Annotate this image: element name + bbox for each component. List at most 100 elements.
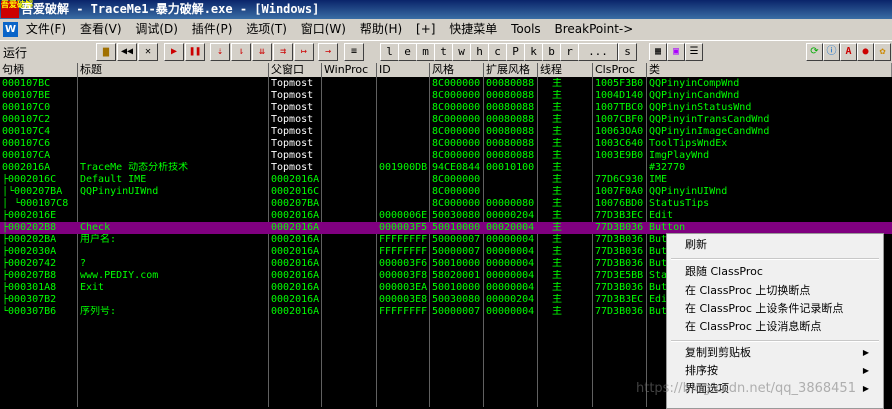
col-id[interactable]: ID (377, 63, 430, 77)
a-icon[interactable]: A (840, 43, 857, 61)
patches-button[interactable]: P (506, 43, 525, 61)
log-window-button[interactable]: l (380, 43, 399, 61)
cell-text: 94CE0844 (432, 162, 481, 173)
step-into-icon[interactable]: ⇣ (210, 43, 230, 61)
memory-button[interactable]: m (416, 43, 435, 61)
cell-th: 主 (552, 138, 587, 150)
cell-t: TraceMe 动态分析技术 (80, 162, 266, 174)
table-row[interactable]: 000107C2 Topmost 8C000000 00080088 主 1007CBF0… (0, 114, 892, 126)
animate-icon[interactable]: ≡ (344, 43, 364, 61)
table-row[interactable]: │└000207BA QQPinyinUIWnd 0002016C 8C000000 主… (0, 186, 892, 198)
col-parent[interactable]: 父窗口 (269, 63, 322, 77)
cell-th: 主 (552, 102, 587, 114)
menu-view[interactable]: 查看(V) (80, 19, 122, 40)
call-stack-button[interactable]: k (524, 43, 543, 61)
list-icon[interactable]: ☰ (685, 43, 703, 61)
col-exstyle[interactable]: 扩展风格 (484, 63, 538, 77)
cell-p: 0002016A (271, 210, 321, 222)
menu-tools[interactable]: Tools (511, 19, 541, 40)
cell-th: 主 (552, 198, 587, 210)
handles-button[interactable]: h (470, 43, 489, 61)
close-icon[interactable]: ✕ (138, 43, 158, 61)
table-row[interactable]: 000107C0 Topmost 8C000000 00080088 主 1007TBC0… (0, 102, 892, 114)
col-class[interactable]: 类 (647, 63, 892, 77)
menu-debug[interactable]: 调试(D) (135, 19, 178, 40)
cell-text: 77D3B3EC (595, 294, 644, 305)
step-over-icon[interactable]: ⇂ (231, 43, 251, 61)
table-row[interactable]: ├0002016E 0002016A 0000006E 50030080 0000020… (0, 210, 892, 222)
table-row[interactable]: │ └000107C8 000207BA 8C000000 00000080 主 1007… (0, 198, 892, 210)
threads-button[interactable]: t (434, 43, 453, 61)
table-row[interactable]: 000107BE Topmost 8C000000 00080088 主 1004D140… (0, 90, 892, 102)
col-handle[interactable]: 句柄 (0, 63, 78, 77)
trace-over-icon[interactable]: ⇉ (273, 43, 293, 61)
table-row[interactable]: 000107CA Topmost 8C000000 00080088 主 1003E9B0… (0, 150, 892, 162)
grid-icon[interactable]: ▦ (649, 43, 667, 61)
refresh-icon[interactable]: ⟳ (806, 43, 823, 61)
execute-till-return-icon[interactable]: ↦ (294, 43, 314, 61)
cell-t: 用户名: (80, 234, 266, 246)
cell-text: 主 (552, 210, 562, 221)
menu-sort-label: 排序按 (685, 364, 718, 377)
table-row[interactable]: 0002016A TraceMe 动态分析技术 Topmost 001900DB 94C… (0, 162, 892, 174)
stop-icon[interactable]: ● (857, 43, 874, 61)
run-trace-button[interactable]: ... (578, 43, 618, 61)
go-to-icon[interactable]: → (318, 43, 338, 61)
menu-refresh[interactable]: 刷新 (685, 237, 707, 253)
menu-toggle-breakpoint[interactable]: 在 ClassProc 上切换断点 (685, 283, 810, 299)
cell-t: www.PEDIY.com (80, 270, 266, 282)
table-row[interactable]: 000107BC Topmost 8C000000 00080088 主 1005F3B0… (0, 78, 892, 90)
cell-text: 000003F8 (379, 270, 428, 281)
cell-th: 主 (552, 114, 587, 126)
cell-text: 00000004 (486, 270, 535, 281)
menu-copy-to-clipboard[interactable]: 复制到剪贴板 ▶ (685, 345, 875, 361)
windows-button[interactable]: w (452, 43, 471, 61)
menu-plugins[interactable]: 插件(P) (192, 19, 233, 40)
table-row[interactable]: 000107C4 Topmost 8C000000 00080088 主 10063OA0… (0, 126, 892, 138)
trace-into-icon[interactable]: ⇊ (252, 43, 272, 61)
run-icon[interactable]: ▶ (164, 43, 184, 61)
col-winproc[interactable]: WinProc (322, 63, 377, 77)
cpu-button[interactable]: c (488, 43, 507, 61)
cell-text: 00080088 (486, 126, 535, 137)
menu-help[interactable]: 帮助(H) (360, 19, 402, 40)
menu-options[interactable]: 选项(T) (246, 19, 287, 40)
table-row[interactable]: ├0002016C Default IME 0002016A 8C000000 主 77D… (0, 174, 892, 186)
info-icon[interactable]: ⓘ (823, 43, 840, 61)
source-button[interactable]: s (618, 43, 637, 61)
cell-text: 主 (552, 294, 562, 305)
menu-file[interactable]: 文件(F) (26, 19, 66, 40)
pause-icon[interactable]: ❚❚ (185, 43, 205, 61)
open-icon[interactable]: ▆ (96, 43, 116, 61)
cell-h: ├000307B2 (2, 294, 76, 306)
col-clsproc[interactable]: ClsProc (593, 63, 647, 77)
cell-text: 1007F0A0 (595, 186, 644, 197)
app-menu-icon[interactable]: W (3, 22, 18, 37)
executables-button[interactable]: e (398, 43, 417, 61)
layout-icon[interactable]: ▣ (667, 43, 685, 61)
cell-text: QQPinyinTransCandWnd (649, 114, 770, 125)
menu-expand[interactable]: [+] (416, 19, 435, 40)
cell-th: 主 (552, 270, 587, 282)
cell-e: 00080088 (486, 102, 537, 114)
cell-e: 00000080 (486, 198, 537, 210)
table-row[interactable]: 000107C6 Topmost 8C000000 00080088 主 1003C640… (0, 138, 892, 150)
menu-window[interactable]: 窗口(W) (301, 19, 346, 40)
menu-follow-classproc[interactable]: 跟随 ClassProc (685, 264, 763, 280)
menu-conditional-log-breakpoint[interactable]: 在 ClassProc 上设条件记录断点 (685, 301, 843, 317)
col-style[interactable]: 风格 (430, 63, 484, 77)
cell-e: 00000004 (486, 258, 537, 270)
cell-c: 1003C640 (595, 138, 646, 150)
references-button[interactable]: r (560, 43, 579, 61)
cell-text: 8C000000 (432, 198, 481, 209)
breakpoints-button[interactable]: b (542, 43, 561, 61)
cell-text: 000207B8 (8, 270, 57, 281)
menu-shortcut[interactable]: 快捷菜单 (449, 19, 497, 40)
menu-breakpoint[interactable]: BreakPoint-> (555, 19, 634, 40)
menu-message-breakpoint[interactable]: 在 ClassProc 上设消息断点 (685, 319, 821, 335)
col-title[interactable]: 标题 (78, 63, 269, 77)
options-icon[interactable]: ✿ (874, 43, 891, 61)
menu-sort-by[interactable]: 排序按 ▶ (685, 363, 875, 379)
col-thread[interactable]: 线程 (538, 63, 593, 77)
rewind-icon[interactable]: ◀◀ (117, 43, 137, 61)
